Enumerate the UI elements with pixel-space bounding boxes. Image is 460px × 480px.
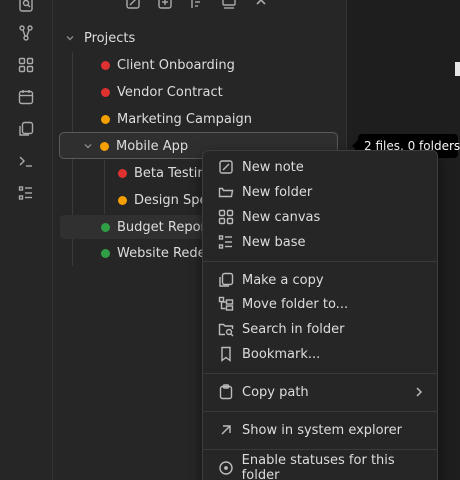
menu-label: Bookmark...	[242, 346, 321, 362]
file-label: Client Onboarding	[117, 57, 235, 73]
file-item[interactable]: Website Redesign	[101, 240, 204, 266]
folder-label: Projects	[84, 30, 136, 46]
calendar-icon[interactable]	[16, 87, 36, 107]
chevron-down-icon	[64, 32, 76, 44]
menu-item-new-canvas[interactable]: New canvas	[209, 205, 433, 229]
canvas-icon	[217, 208, 235, 226]
status-dot	[100, 141, 109, 151]
context-menu: New note New folder New canvas New base …	[202, 150, 438, 480]
menu-label: Make a copy	[242, 272, 324, 288]
chevron-right-icon	[413, 385, 425, 399]
menu-item-bookmark[interactable]: Bookmark...	[209, 342, 433, 366]
menu-separator	[203, 411, 437, 412]
tree-guide	[104, 160, 105, 214]
graph-view-icon[interactable]	[16, 23, 36, 43]
file-item[interactable]: Budget Report	[101, 214, 204, 240]
menu-item-new-note[interactable]: New note	[209, 155, 433, 179]
folder-search-icon	[217, 320, 235, 338]
menu-label: New base	[242, 234, 306, 250]
file-item[interactable]: Design Specs	[118, 187, 204, 213]
chevron-up-icon[interactable]	[251, 0, 271, 12]
folder-tree-icon	[217, 295, 235, 313]
file-item[interactable]: Beta Testing	[118, 160, 204, 186]
edit-icon	[217, 158, 235, 176]
menu-separator	[203, 373, 437, 374]
folder-open-icon	[217, 183, 235, 201]
menu-item-move-folder[interactable]: Move folder to...	[209, 292, 433, 316]
menu-label: Search in folder	[242, 321, 345, 337]
menu-item-make-copy[interactable]: Make a copy	[209, 268, 433, 292]
menu-item-new-base[interactable]: New base	[209, 230, 433, 254]
menu-label: New canvas	[242, 209, 321, 225]
table-icon	[217, 233, 235, 251]
explorer-toolbar	[123, 0, 271, 12]
status-dot	[118, 168, 127, 178]
new-folder-icon[interactable]	[155, 0, 175, 12]
chevron-down-icon	[82, 140, 94, 152]
file-label: Design Specs	[134, 192, 204, 208]
bookmark-icon	[217, 345, 235, 363]
status-dot	[101, 60, 110, 70]
status-dot	[101, 87, 110, 97]
file-item[interactable]: Vendor Contract	[101, 79, 336, 105]
canvas-icon[interactable]	[16, 55, 36, 75]
menu-label: Move folder to...	[242, 296, 349, 312]
search-icon[interactable]	[16, 0, 36, 14]
menu-label: Copy path	[242, 384, 309, 400]
status-circle-icon	[217, 459, 235, 477]
menu-label: New folder	[242, 184, 313, 200]
menu-label: Show in system explorer	[242, 422, 403, 438]
left-ribbon	[0, 0, 53, 480]
menu-item-new-folder[interactable]: New folder	[209, 180, 433, 204]
terminal-icon[interactable]	[16, 151, 36, 171]
menu-label: New note	[242, 159, 304, 175]
file-item[interactable]: Client Onboarding	[101, 52, 336, 78]
copy-icon[interactable]	[16, 119, 36, 139]
status-dot	[101, 114, 110, 124]
file-label: Budget Report	[117, 219, 204, 235]
folder-projects[interactable]: Projects	[64, 25, 334, 51]
menu-separator	[203, 449, 437, 450]
menu-item-show-explorer[interactable]: Show in system explorer	[209, 418, 433, 442]
file-item[interactable]: Marketing Campaign	[101, 106, 336, 132]
file-label: Vendor Contract	[117, 84, 223, 100]
editor-accent-bar	[455, 62, 460, 76]
clipboard-icon	[217, 383, 235, 401]
file-label: Beta Testing	[134, 165, 204, 181]
list-icon[interactable]	[16, 183, 36, 203]
status-dot	[101, 248, 110, 258]
edit-icon[interactable]	[123, 0, 143, 12]
menu-label: Enable statuses for this folder	[241, 453, 395, 480]
file-label: Marketing Campaign	[117, 111, 252, 127]
menu-item-enable-statuses[interactable]: Enable statuses for this folder	[209, 453, 433, 480]
sort-icon[interactable]	[187, 0, 207, 12]
file-label: Website Redesign	[117, 245, 204, 261]
status-dot	[101, 222, 110, 232]
menu-item-search-folder[interactable]: Search in folder	[209, 317, 433, 341]
status-dot	[118, 195, 127, 205]
copy-icon	[217, 271, 235, 289]
external-arrow-icon	[217, 421, 235, 439]
collapse-icon[interactable]	[219, 0, 239, 12]
folder-label: Mobile App	[116, 138, 189, 154]
menu-item-copy-path[interactable]: Copy path	[209, 380, 433, 404]
menu-separator	[203, 261, 437, 262]
